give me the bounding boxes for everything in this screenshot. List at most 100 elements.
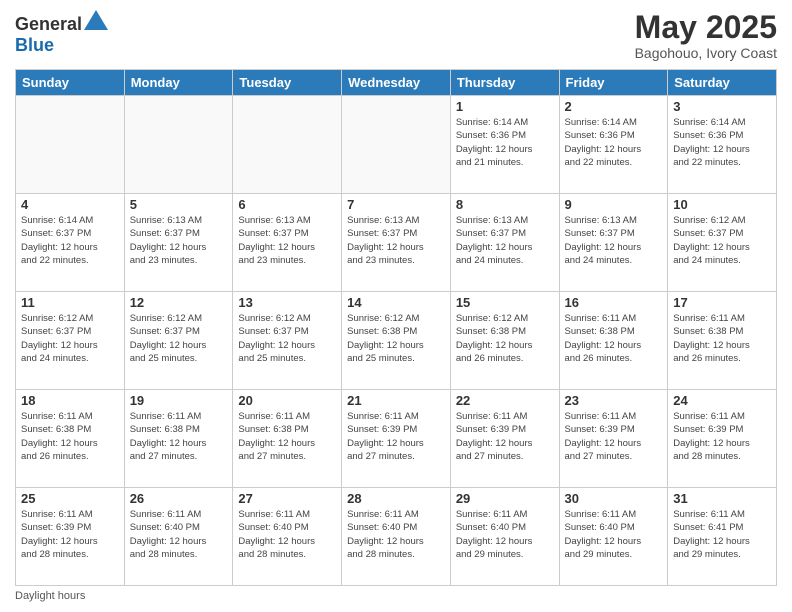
calendar-cell: 16 Sunrise: 6:11 AM Sunset: 6:38 PM Dayli… [559,292,668,390]
day-number: 2 [565,99,663,114]
calendar-cell [16,96,125,194]
day-number: 21 [347,393,445,408]
day-detail: Sunrise: 6:13 AM Sunset: 6:37 PM Dayligh… [238,214,336,267]
calendar-cell: 1 Sunrise: 6:14 AM Sunset: 6:36 PM Daylig… [450,96,559,194]
day-detail: Sunrise: 6:11 AM Sunset: 6:39 PM Dayligh… [21,508,119,561]
day-detail: Sunrise: 6:11 AM Sunset: 6:38 PM Dayligh… [673,312,771,365]
day-number: 9 [565,197,663,212]
calendar-cell: 17Sunrise: 6:11 AM Sunset: 6:38 PM Dayli… [668,292,777,390]
calendar-cell: 23 Sunrise: 6:11 AM Sunset: 6:39 PM Dayli… [559,390,668,488]
day-number: 16 [565,295,663,310]
day-detail: Sunrise: 6:14 AM Sunset: 6:36 PM Dayligh… [673,116,771,169]
calendar-header-row: Sunday Monday Tuesday Wednesday Thursday… [16,70,777,96]
day-detail: Sunrise: 6:11 AM Sunset: 6:38 PM Dayligh… [565,312,663,365]
calendar-table: Sunday Monday Tuesday Wednesday Thursday… [15,69,777,586]
day-number: 25 [21,491,119,506]
day-number: 20 [238,393,336,408]
logo: GeneralBlue [15,10,108,56]
day-detail: Sunrise: 6:14 AM Sunset: 6:36 PM Dayligh… [456,116,554,169]
day-detail: Sunrise: 6:11 AM Sunset: 6:38 PM Dayligh… [21,410,119,463]
week-row-2: 11Sunrise: 6:12 AM Sunset: 6:37 PM Dayli… [16,292,777,390]
day-detail: Sunrise: 6:13 AM Sunset: 6:37 PM Dayligh… [130,214,228,267]
day-detail: Sunrise: 6:11 AM Sunset: 6:40 PM Dayligh… [456,508,554,561]
footnote: Daylight hours [15,590,777,602]
week-row-0: 1 Sunrise: 6:14 AM Sunset: 6:36 PM Daylig… [16,96,777,194]
calendar-cell: 2Sunrise: 6:14 AM Sunset: 6:36 PM Daylig… [559,96,668,194]
week-row-3: 18 Sunrise: 6:11 AM Sunset: 6:38 PM Dayli… [16,390,777,488]
day-number: 8 [456,197,554,212]
calendar-cell: 8Sunrise: 6:13 AM Sunset: 6:37 PM Daylig… [450,194,559,292]
title-area: May 2025 Bagohouo, Ivory Coast [635,10,777,61]
day-detail: Sunrise: 6:12 AM Sunset: 6:38 PM Dayligh… [347,312,445,365]
day-detail: Sunrise: 6:14 AM Sunset: 6:37 PM Dayligh… [21,214,119,267]
day-number: 23 [565,393,663,408]
calendar-cell: 19Sunrise: 6:11 AM Sunset: 6:38 PM Dayli… [124,390,233,488]
day-number: 26 [130,491,228,506]
day-number: 7 [347,197,445,212]
logo-blue: Blue [15,35,54,55]
calendar-cell [342,96,451,194]
calendar-cell [124,96,233,194]
day-number: 11 [21,295,119,310]
calendar-cell: 12Sunrise: 6:12 AM Sunset: 6:37 PM Dayli… [124,292,233,390]
calendar-cell: 25 Sunrise: 6:11 AM Sunset: 6:39 PM Dayli… [16,488,125,586]
col-saturday: Saturday [668,70,777,96]
calendar-cell: 10Sunrise: 6:12 AM Sunset: 6:37 PM Dayli… [668,194,777,292]
day-detail: Sunrise: 6:13 AM Sunset: 6:37 PM Dayligh… [347,214,445,267]
day-number: 30 [565,491,663,506]
calendar-cell: 9 Sunrise: 6:13 AM Sunset: 6:37 PM Daylig… [559,194,668,292]
day-detail: Sunrise: 6:11 AM Sunset: 6:40 PM Dayligh… [347,508,445,561]
calendar-cell [233,96,342,194]
day-detail: Sunrise: 6:11 AM Sunset: 6:39 PM Dayligh… [565,410,663,463]
day-number: 18 [21,393,119,408]
day-detail: Sunrise: 6:11 AM Sunset: 6:39 PM Dayligh… [347,410,445,463]
day-number: 28 [347,491,445,506]
calendar-cell: 28 Sunrise: 6:11 AM Sunset: 6:40 PM Dayli… [342,488,451,586]
day-detail: Sunrise: 6:13 AM Sunset: 6:37 PM Dayligh… [565,214,663,267]
calendar-cell: 29 Sunrise: 6:11 AM Sunset: 6:40 PM Dayli… [450,488,559,586]
calendar-cell: 7 Sunrise: 6:13 AM Sunset: 6:37 PM Daylig… [342,194,451,292]
day-detail: Sunrise: 6:11 AM Sunset: 6:40 PM Dayligh… [565,508,663,561]
calendar-title: May 2025 [635,10,777,45]
logo-icon [84,10,108,30]
day-number: 14 [347,295,445,310]
day-number: 4 [21,197,119,212]
calendar-cell: 22Sunrise: 6:11 AM Sunset: 6:39 PM Dayli… [450,390,559,488]
day-detail: Sunrise: 6:11 AM Sunset: 6:40 PM Dayligh… [130,508,228,561]
day-number: 1 [456,99,554,114]
calendar-cell: 30 Sunrise: 6:11 AM Sunset: 6:40 PM Dayli… [559,488,668,586]
col-friday: Friday [559,70,668,96]
day-detail: Sunrise: 6:12 AM Sunset: 6:38 PM Dayligh… [456,312,554,365]
calendar-cell: 18 Sunrise: 6:11 AM Sunset: 6:38 PM Dayli… [16,390,125,488]
day-number: 15 [456,295,554,310]
calendar-cell: 11Sunrise: 6:12 AM Sunset: 6:37 PM Dayli… [16,292,125,390]
logo-general: General [15,14,82,34]
col-tuesday: Tuesday [233,70,342,96]
calendar-subtitle: Bagohouo, Ivory Coast [635,45,777,61]
day-detail: Sunrise: 6:11 AM Sunset: 6:40 PM Dayligh… [238,508,336,561]
day-number: 24 [673,393,771,408]
col-thursday: Thursday [450,70,559,96]
week-row-4: 25 Sunrise: 6:11 AM Sunset: 6:39 PM Dayli… [16,488,777,586]
calendar-cell: 4 Sunrise: 6:14 AM Sunset: 6:37 PM Daylig… [16,194,125,292]
week-row-1: 4 Sunrise: 6:14 AM Sunset: 6:37 PM Daylig… [16,194,777,292]
day-detail: Sunrise: 6:11 AM Sunset: 6:41 PM Dayligh… [673,508,771,561]
day-number: 5 [130,197,228,212]
calendar-cell: 3 Sunrise: 6:14 AM Sunset: 6:36 PM Daylig… [668,96,777,194]
col-sunday: Sunday [16,70,125,96]
logo-text: GeneralBlue [15,10,108,56]
calendar-body: 1 Sunrise: 6:14 AM Sunset: 6:36 PM Daylig… [16,96,777,586]
day-number: 27 [238,491,336,506]
day-number: 29 [456,491,554,506]
calendar-cell: 6Sunrise: 6:13 AM Sunset: 6:37 PM Daylig… [233,194,342,292]
calendar-cell: 26 Sunrise: 6:11 AM Sunset: 6:40 PM Dayli… [124,488,233,586]
day-number: 3 [673,99,771,114]
calendar-cell: 31Sunrise: 6:11 AM Sunset: 6:41 PM Dayli… [668,488,777,586]
calendar-cell: 20Sunrise: 6:11 AM Sunset: 6:38 PM Dayli… [233,390,342,488]
calendar-cell: 14 Sunrise: 6:12 AM Sunset: 6:38 PM Dayli… [342,292,451,390]
day-detail: Sunrise: 6:11 AM Sunset: 6:39 PM Dayligh… [456,410,554,463]
page: GeneralBlue May 2025 Bagohouo, Ivory Coa… [0,0,792,612]
day-number: 10 [673,197,771,212]
calendar-cell: 5 Sunrise: 6:13 AM Sunset: 6:37 PM Daylig… [124,194,233,292]
col-monday: Monday [124,70,233,96]
